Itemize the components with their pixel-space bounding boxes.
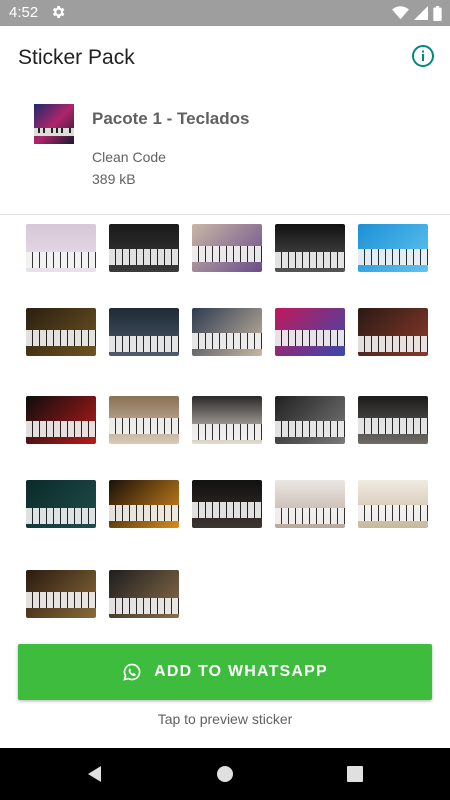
pack-name: Pacote 1 - Teclados <box>92 109 250 128</box>
sticker-keyboard-7[interactable] <box>109 308 179 356</box>
sticker-keys <box>26 330 96 346</box>
home-icon[interactable] <box>213 762 237 786</box>
tray-image <box>34 104 74 144</box>
sticker-keys <box>275 252 345 268</box>
sticker-keyboard-17[interactable] <box>109 480 179 528</box>
sticker-keyboard-9[interactable] <box>275 308 345 356</box>
sticker-keys <box>192 333 262 349</box>
sticker-keys <box>192 502 262 518</box>
sticker-keyboard-2[interactable] <box>109 224 179 272</box>
sticker-keys <box>109 598 179 614</box>
info-icon[interactable] <box>411 44 435 68</box>
sticker-keyboard-15[interactable] <box>358 396 428 444</box>
sticker-keys <box>26 252 96 268</box>
sticker-keyboard-20[interactable] <box>358 480 428 528</box>
sticker-keyboard-14[interactable] <box>275 396 345 444</box>
status-time: 4:52 <box>9 4 39 21</box>
sticker-keys <box>358 505 428 521</box>
preview-hint: Tap to preview sticker <box>157 711 293 727</box>
back-icon[interactable] <box>82 762 106 786</box>
sticker-keyboard-1[interactable] <box>26 224 96 272</box>
recents-icon[interactable] <box>343 762 367 786</box>
sticker-keys <box>275 421 345 437</box>
navigation-bar <box>0 748 450 800</box>
sticker-keys <box>192 246 262 262</box>
page-title: Sticker Pack <box>18 46 135 69</box>
settings-icon <box>52 6 65 18</box>
sticker-keys <box>109 505 179 521</box>
sticker-keys <box>275 330 345 346</box>
pack-size: 389 kB <box>92 171 136 187</box>
sticker-keyboard-8[interactable] <box>192 308 262 356</box>
sticker-keys <box>109 418 179 434</box>
sticker-keyboard-13[interactable] <box>192 396 262 444</box>
sticker-keys <box>26 508 96 524</box>
system-icons <box>392 4 442 22</box>
sticker-keyboard-3[interactable] <box>192 224 262 272</box>
sticker-grid <box>0 216 450 636</box>
sticker-keys <box>109 336 179 352</box>
status-bar: 4:52 <box>0 0 450 26</box>
wifi-icon <box>392 6 409 20</box>
whatsapp-icon <box>123 663 141 681</box>
sticker-keyboard-4[interactable] <box>275 224 345 272</box>
pack-header: Pacote 1 - Teclados Clean Code 389 kB <box>0 88 450 215</box>
sticker-keys <box>192 424 262 440</box>
add-button-label: ADD TO WHATSAPP <box>154 663 328 680</box>
screen: 4:52 Sticker Pack Pacote 1 - Teclados Cl… <box>0 0 450 800</box>
signal-icon <box>414 6 428 20</box>
app-bar: Sticker Pack <box>0 26 450 88</box>
sticker-keys <box>109 249 179 265</box>
sticker-keys <box>275 508 345 524</box>
sticker-keyboard-19[interactable] <box>275 480 345 528</box>
sticker-keyboard-12[interactable] <box>109 396 179 444</box>
sticker-keyboard-10[interactable] <box>358 308 428 356</box>
add-to-whatsapp-button[interactable]: ADD TO WHATSAPP <box>18 644 432 700</box>
sticker-keys <box>358 249 428 265</box>
sticker-keyboard-6[interactable] <box>26 308 96 356</box>
sticker-keyboard-21[interactable] <box>26 570 96 618</box>
sticker-keyboard-16[interactable] <box>26 480 96 528</box>
sticker-keys <box>26 421 96 437</box>
sticker-keys <box>358 418 428 434</box>
battery-icon <box>433 5 442 21</box>
sticker-keys <box>26 592 96 608</box>
sticker-keyboard-18[interactable] <box>192 480 262 528</box>
pack-publisher: Clean Code <box>92 149 166 165</box>
sticker-keyboard-5[interactable] <box>358 224 428 272</box>
sticker-keyboard-11[interactable] <box>26 396 96 444</box>
sticker-keys <box>358 336 428 352</box>
sticker-keyboard-22[interactable] <box>109 570 179 618</box>
